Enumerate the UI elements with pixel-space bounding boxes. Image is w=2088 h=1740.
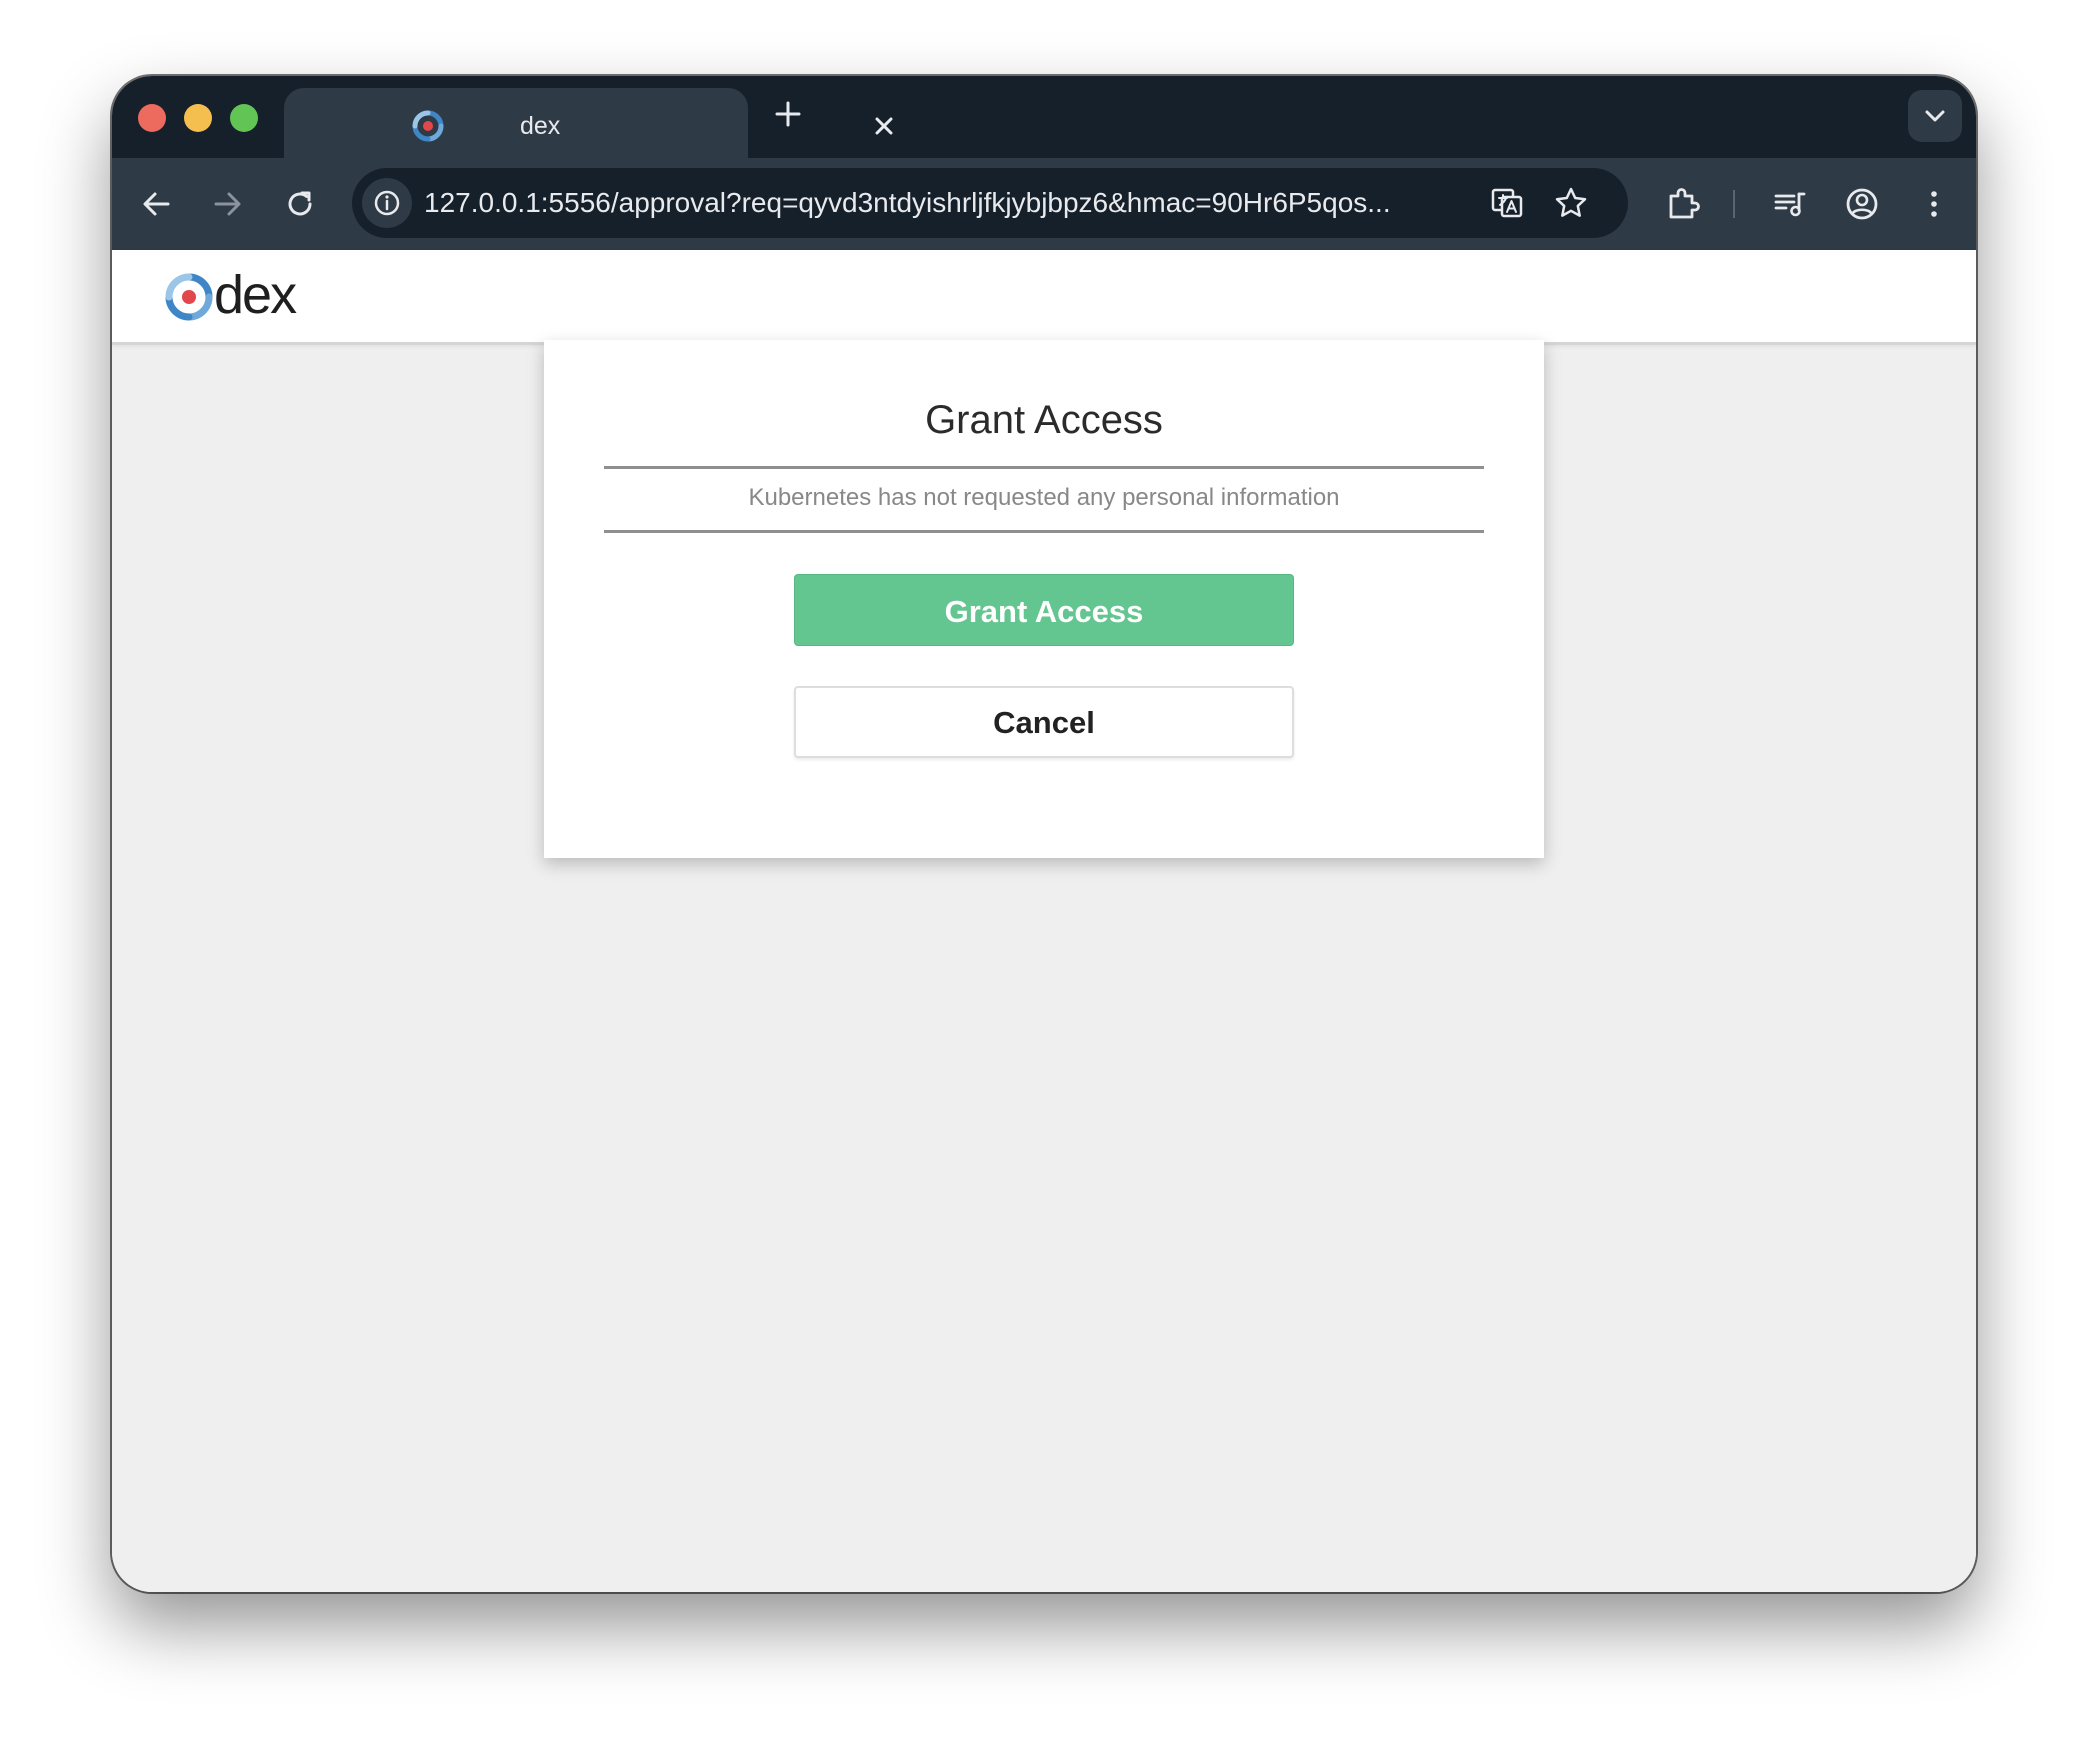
address-bar[interactable]: 127.0.0.1:5556/approval?req=qyvd3ntdyish… xyxy=(352,168,1628,238)
browser-window: dex 127.0.0.1:5556/approval?req=qyvd3ntd… xyxy=(112,76,1976,1592)
cancel-button[interactable]: Cancel xyxy=(794,686,1294,758)
tab-dex[interactable]: dex xyxy=(284,88,893,158)
close-icon[interactable] xyxy=(864,106,904,146)
reading-list-icon[interactable] xyxy=(1766,180,1814,228)
reload-icon[interactable] xyxy=(276,180,324,228)
star-icon[interactable] xyxy=(1548,180,1594,226)
minimize-window-button[interactable] xyxy=(184,104,212,132)
info-icon xyxy=(374,190,400,216)
page-title: Grant Access xyxy=(925,398,1163,442)
extensions-icon[interactable] xyxy=(1659,180,1707,228)
dex-logo-icon xyxy=(412,110,444,142)
dex-header: dex xyxy=(112,250,1976,345)
browser-toolbar: 127.0.0.1:5556/approval?req=qyvd3ntdyish… xyxy=(112,158,1976,250)
tab-strip: dex xyxy=(112,76,1976,158)
divider xyxy=(604,466,1484,469)
maximize-window-button[interactable] xyxy=(230,104,258,132)
grant-access-button[interactable]: Grant Access xyxy=(794,574,1294,646)
approval-message: Kubernetes has not requested any persona… xyxy=(748,484,1340,511)
close-window-button[interactable] xyxy=(138,104,166,132)
arrow-right-icon[interactable] xyxy=(204,180,252,228)
page-content: dex Grant Access Kubernetes has not requ… xyxy=(112,250,1976,1592)
tab-search-button[interactable] xyxy=(1908,90,1962,142)
plus-icon[interactable] xyxy=(768,94,808,134)
logo-text: dex xyxy=(214,265,297,325)
toolbar-separator xyxy=(1733,190,1735,218)
tab-title: dex xyxy=(520,112,561,140)
chevron-down-icon xyxy=(1925,110,1945,122)
dex-logo-icon xyxy=(165,273,213,321)
translate-icon[interactable] xyxy=(1484,180,1530,226)
profile-icon[interactable] xyxy=(1838,180,1886,228)
site-info-button[interactable] xyxy=(362,178,412,228)
arrow-left-icon[interactable] xyxy=(132,180,180,228)
more-vertical-icon[interactable] xyxy=(1910,180,1958,228)
divider xyxy=(604,530,1484,533)
approval-card: Grant Access Kubernetes has not requeste… xyxy=(544,340,1544,858)
url-text[interactable]: 127.0.0.1:5556/approval?req=qyvd3ntdyish… xyxy=(424,186,1391,220)
